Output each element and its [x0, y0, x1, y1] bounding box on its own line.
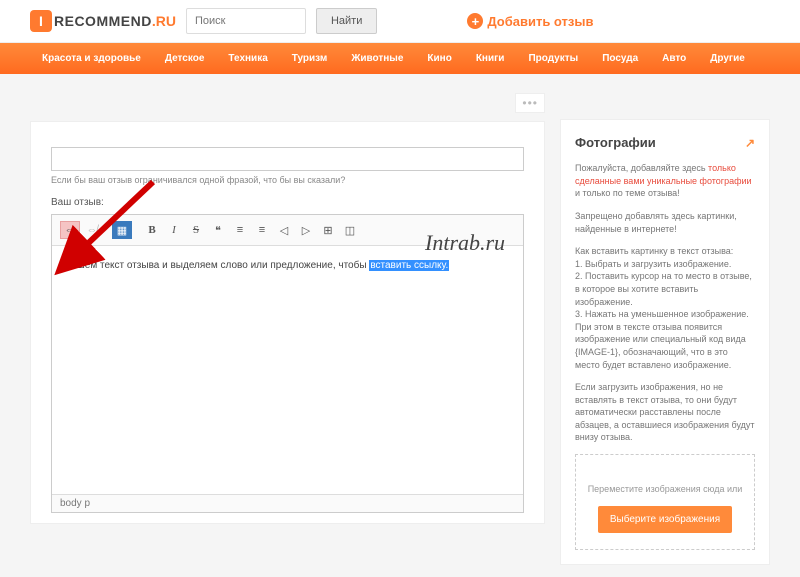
editor-status-bar: body p	[52, 494, 523, 512]
editor-body[interactable]: Пишем текст отзыва и выделяем слово или …	[52, 246, 523, 494]
add-review-link[interactable]: + Добавить отзыв	[467, 13, 593, 29]
sb-text: и только по теме отзыва!	[575, 188, 680, 198]
sidebar-note-1: Пожалуйста, добавляйте здесь только сдел…	[575, 162, 755, 200]
nav-item[interactable]: Красота и здоровье	[30, 43, 153, 74]
howto-step: 2. Поставить курсор на то место в отзыве…	[575, 270, 755, 308]
table-icon[interactable]: ⊞	[318, 221, 338, 239]
photo-icon[interactable]: ▦	[112, 221, 132, 239]
link-icon[interactable]: ⇔	[60, 221, 80, 239]
search-button[interactable]: Найти	[316, 8, 377, 34]
bold-button[interactable]: B	[142, 221, 162, 239]
strike-button[interactable]: S	[186, 221, 206, 239]
nav-item[interactable]: Туризм	[280, 43, 340, 74]
italic-button[interactable]: I	[164, 221, 184, 239]
howto-step: 1. Выбрать и загрузить изображение.	[575, 258, 755, 271]
more-menu-icon[interactable]: •••	[515, 93, 545, 113]
review-form: Если бы ваш отзыв ограничивался одной фр…	[30, 121, 545, 524]
nav-item[interactable]: Животные	[339, 43, 415, 74]
body-label: Ваш отзыв:	[51, 197, 524, 208]
sidebar-note-2: Запрещено добавлять здесь картинки, найд…	[575, 210, 755, 235]
upload-dropzone[interactable]: Переместите изображения сюда или Выберит…	[575, 454, 755, 550]
numbered-list-icon[interactable]: ≡	[252, 221, 272, 239]
indent-icon[interactable]: ▷	[296, 221, 316, 239]
sidebar-title: Фотографии ↗	[575, 134, 755, 152]
main-nav: Красота и здоровье Детское Техника Туриз…	[0, 43, 800, 74]
editor-frame: ⇔ ⇎ ▦ B I S ❝ ≡ ≡ ◁ ▷ ⊞ ◫ Пише	[51, 214, 524, 513]
site-header: I RECOMMEND.RU Найти + Добавить отзыв	[0, 0, 800, 43]
content-wrapper: ••• Если бы ваш отзыв ограничивался одно…	[0, 74, 800, 565]
photos-sidebar: Фотографии ↗ Пожалуйста, добавляйте здес…	[560, 119, 770, 565]
nav-item[interactable]: Авто	[650, 43, 698, 74]
dropzone-hint: Переместите изображения сюда или	[586, 483, 744, 496]
nav-item[interactable]: Продукты	[516, 43, 590, 74]
add-review-label: Добавить отзыв	[487, 14, 593, 29]
logo-suffix: .RU	[152, 13, 176, 29]
nav-item[interactable]: Техника	[216, 43, 279, 74]
howto-title: Как вставить картинку в текст отзыва:	[575, 245, 755, 258]
outdent-icon[interactable]: ◁	[274, 221, 294, 239]
editor-text: Пишем текст отзыва и выделяем слово или …	[64, 260, 369, 271]
bulleted-list-icon[interactable]: ≡	[230, 221, 250, 239]
editor-toolbar: ⇔ ⇎ ▦ B I S ❝ ≡ ≡ ◁ ▷ ⊞ ◫	[52, 215, 523, 246]
review-title-input[interactable]	[51, 147, 524, 171]
title-hint: Если бы ваш отзыв ограничивался одной фр…	[51, 175, 524, 185]
main-column: ••• Если бы ваш отзыв ограничивался одно…	[30, 89, 545, 524]
unlink-icon[interactable]: ⇎	[82, 221, 102, 239]
search-input[interactable]	[186, 8, 306, 34]
choose-images-button[interactable]: Выберите изображения	[598, 506, 732, 533]
nav-item[interactable]: Детское	[153, 43, 217, 74]
sidebar-note-3: Если загрузить изображения, но не вставл…	[575, 381, 755, 444]
howto-step: 3. Нажать на уменьшенное изображение. Пр…	[575, 308, 755, 371]
expand-icon[interactable]: ↗	[745, 135, 755, 152]
actions-bar: •••	[30, 89, 545, 121]
logo-badge-icon: I	[30, 10, 52, 32]
nav-item[interactable]: Посуда	[590, 43, 650, 74]
sb-text: Пожалуйста, добавляйте здесь	[575, 163, 708, 173]
nav-item[interactable]: Другие	[698, 43, 757, 74]
plus-icon: +	[467, 13, 483, 29]
editor-selection: вставить ссылку.	[369, 260, 449, 271]
nav-item[interactable]: Кино	[415, 43, 463, 74]
nav-item[interactable]: Книги	[464, 43, 517, 74]
quote-icon[interactable]: ❝	[208, 221, 228, 239]
source-icon[interactable]: ◫	[340, 221, 360, 239]
sidebar-title-text: Фотографии	[575, 134, 656, 152]
logo-text: RECOMMEND	[54, 13, 152, 29]
sidebar-howto: Как вставить картинку в текст отзыва: 1.…	[575, 245, 755, 371]
logo[interactable]: I RECOMMEND.RU	[30, 10, 176, 32]
